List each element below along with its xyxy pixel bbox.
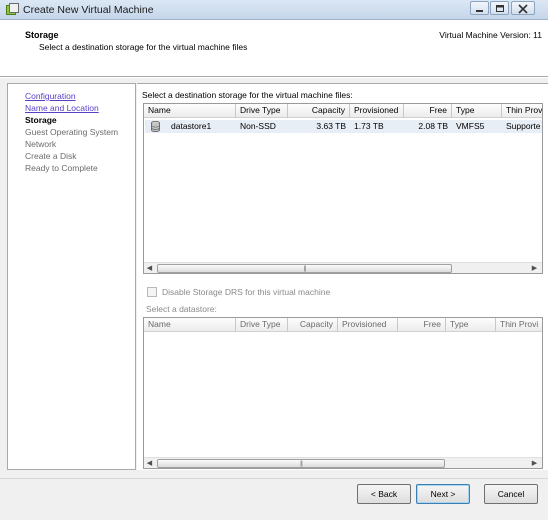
column-header-capacity: Capacity (288, 318, 338, 332)
wizard-footer: < Back Next > Cancel (0, 478, 548, 520)
minimize-icon (476, 10, 483, 12)
table-header: Name Drive Type Capacity Provisioned Fre… (144, 318, 542, 332)
column-header-thin-provisioning[interactable]: Thin Provi (502, 104, 542, 118)
vm-app-icon (6, 3, 19, 15)
cell-capacity: 3.63 TB (316, 121, 346, 131)
maximize-button[interactable] (490, 1, 509, 15)
horizontal-scrollbar[interactable]: ◀ ||| ▶ (144, 262, 542, 273)
datastore-icon (151, 121, 160, 132)
cell-free: 2.08 TB (418, 121, 448, 131)
column-header-provisioned: Provisioned (338, 318, 398, 332)
back-button[interactable]: < Back (357, 484, 411, 504)
vm-version-label: Virtual Machine Version: 11 (439, 30, 542, 40)
maximize-icon (496, 5, 504, 12)
step-subtitle: Select a destination storage for the vir… (39, 42, 248, 52)
scrollbar-thumb[interactable]: ||| (157, 264, 452, 273)
window-title: Create New Virtual Machine (23, 4, 154, 16)
nav-item-guest-os: Guest Operating System (25, 127, 119, 137)
datastore-table[interactable]: Name Drive Type Capacity Provisioned Fre… (143, 103, 543, 274)
column-header-name: Name (144, 318, 236, 332)
cell-name: datastore1 (171, 121, 212, 131)
nav-item-name-and-location[interactable]: Name and Location (25, 103, 99, 113)
wizard-header: Storage Select a destination storage for… (0, 21, 548, 77)
minimize-button[interactable] (470, 1, 489, 15)
wizard-body: Configuration Name and Location Storage … (0, 78, 548, 478)
scroll-left-icon[interactable]: ◀ (144, 458, 155, 468)
column-header-name[interactable]: Name (144, 104, 236, 118)
table-row[interactable]: datastore1 Non-SSD 3.63 TB 1.73 TB 2.08 … (145, 120, 542, 133)
nav-item-network: Network (25, 139, 57, 149)
table-header: Name Drive Type Capacity Provisioned Fre… (144, 104, 542, 118)
grip-icon: ||| (303, 266, 307, 272)
grip-icon: ||| (300, 461, 303, 467)
cell-provisioned: 1.73 TB (354, 121, 384, 131)
close-icon (518, 4, 528, 14)
column-header-drive-type[interactable]: Drive Type (236, 104, 288, 118)
cell-drive-type: Non-SSD (240, 121, 276, 131)
cell-thin-provisioning: Supporte (506, 121, 541, 131)
nav-item-create-disk: Create a Disk (25, 151, 77, 161)
column-header-thin-provisioning: Thin Provi (496, 318, 542, 332)
column-header-free: Free (398, 318, 446, 332)
column-header-type: Type (446, 318, 496, 332)
horizontal-scrollbar[interactable]: ◀ ||| ▶ (144, 457, 542, 468)
column-header-drive-type: Drive Type (236, 318, 288, 332)
scroll-right-icon[interactable]: ▶ (529, 263, 540, 273)
content-panel: Select a destination storage for the vir… (137, 83, 548, 470)
title-bar: Create New Virtual Machine (0, 0, 548, 20)
nav-item-configuration[interactable]: Configuration (25, 91, 76, 101)
select-datastore-label: Select a datastore: (146, 304, 217, 314)
column-header-provisioned[interactable]: Provisioned (350, 104, 404, 118)
cell-type: VMFS5 (456, 121, 485, 131)
column-header-capacity[interactable]: Capacity (288, 104, 350, 118)
nav-item-ready-to-complete: Ready to Complete (25, 163, 98, 173)
column-header-type[interactable]: Type (452, 104, 502, 118)
wizard-step-nav: Configuration Name and Location Storage … (7, 83, 136, 470)
disable-drs-label: Disable Storage DRS for this virtual mac… (162, 287, 331, 297)
scroll-right-icon[interactable]: ▶ (529, 458, 540, 468)
disable-drs-checkbox[interactable] (147, 287, 157, 297)
nav-item-storage: Storage (25, 115, 57, 125)
next-button[interactable]: Next > (416, 484, 470, 504)
close-button[interactable] (511, 1, 535, 15)
column-header-free[interactable]: Free (404, 104, 452, 118)
scroll-left-icon[interactable]: ◀ (144, 263, 155, 273)
cancel-button[interactable]: Cancel (484, 484, 538, 504)
scrollbar-thumb[interactable]: ||| (157, 459, 445, 468)
destination-prompt: Select a destination storage for the vir… (142, 90, 353, 100)
datastore-cluster-table: Name Drive Type Capacity Provisioned Fre… (143, 317, 543, 469)
step-title: Storage (25, 30, 59, 40)
